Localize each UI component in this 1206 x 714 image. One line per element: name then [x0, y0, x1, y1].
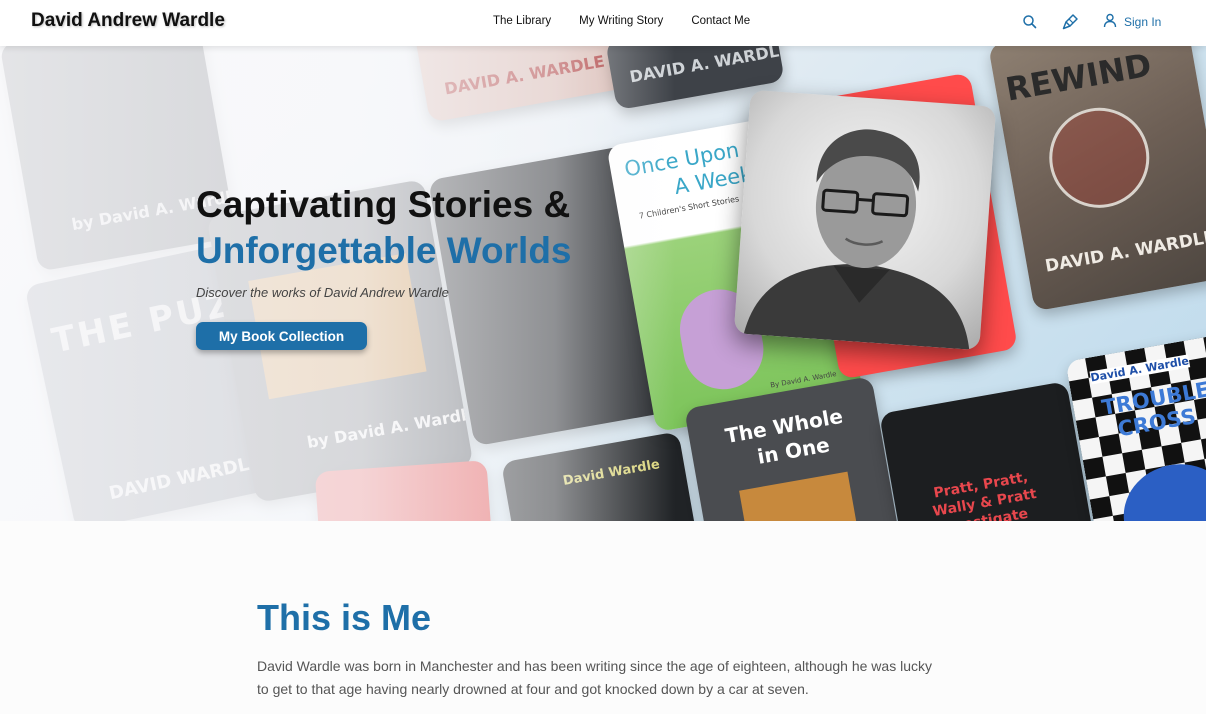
nav-link-writing-story[interactable]: My Writing Story [579, 15, 663, 27]
book-collection-button[interactable]: My Book Collection [196, 322, 367, 350]
book-author-text: David Wardle [561, 457, 661, 489]
book-cover-red-bottom [314, 460, 494, 521]
book-author-text: by David A. Wardle [305, 403, 474, 453]
book-cover-trouble: David A. Wardle TROUBLE CROSS [1065, 333, 1206, 521]
book-author-text: DAVID A. WARDLE [1043, 227, 1206, 277]
user-icon [1103, 13, 1117, 31]
about-section: This is Me David Wardle was born in Manc… [0, 521, 1206, 714]
hero-title: Captivating Stories & Unforgettable Worl… [196, 182, 572, 274]
nav-link-library[interactable]: The Library [493, 15, 551, 27]
hero-title-line1: Captivating Stories & [196, 184, 571, 225]
book-author-text: David A. Wardle [1089, 354, 1190, 385]
author-portrait [733, 89, 997, 351]
book-author-text: DAVID WARDLE [107, 451, 264, 505]
book-cover-faded-bottom: David Wardle [500, 431, 700, 521]
nav-link-contact[interactable]: Contact Me [691, 15, 750, 27]
book-cover-faded-top: DAVID A. WARDLE [412, 46, 628, 123]
book-cover-rewind: REWIND DAVID A. WARDLE [988, 46, 1206, 312]
about-text: David Wardle was born in Manchester and … [257, 658, 932, 697]
search-icon[interactable] [1021, 13, 1039, 31]
book-subtitle-text: 7 Children's Short Stories [638, 194, 740, 221]
hero-subtitle: Discover the works of David Andrew Wardl… [196, 285, 449, 300]
book-title-text: REWIND [1002, 46, 1155, 109]
site-brand[interactable]: David Andrew Wardle [31, 10, 225, 32]
book-cover-pratt: Pratt, Pratt, Wally & Pratt Investigate [879, 381, 1101, 521]
book-author-text: DAVID A. WARDLE [628, 46, 785, 87]
sign-in-link[interactable]: Sign In [1103, 13, 1161, 31]
brush-icon[interactable] [1061, 13, 1079, 31]
site-header: David Andrew Wardle The Library My Writi… [0, 0, 1206, 46]
main-nav: The Library My Writing Story Contact Me [493, 15, 750, 27]
hero-title-line2: Unforgettable Worlds [196, 230, 572, 271]
book-author-text: DAVID A. WARDLE [442, 51, 606, 99]
sign-in-label: Sign In [1124, 15, 1162, 29]
hero-section: by David A. Wardle THE PUZZLE DAVID WARD… [0, 46, 1206, 521]
about-title: This is Me [257, 597, 432, 638]
